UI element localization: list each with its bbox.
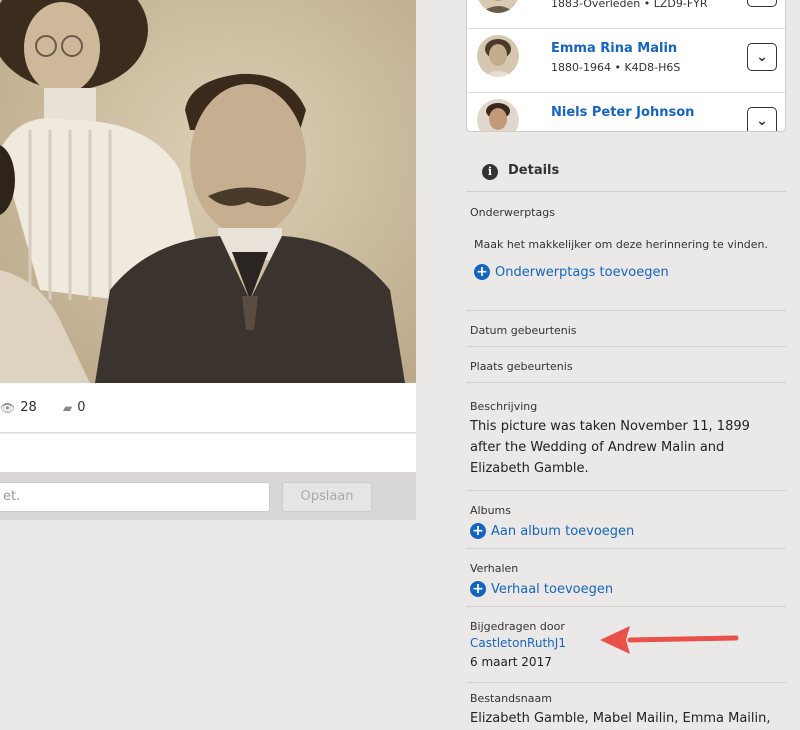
divider: [466, 606, 786, 607]
comment-input[interactable]: et.: [0, 482, 270, 512]
person-avatar: [477, 0, 519, 13]
add-album-link[interactable]: + Aan album toevoegen: [470, 523, 634, 539]
views-count: 28: [20, 400, 37, 415]
subject-tags-hint: Maak het makkelijker om deze herinnering…: [474, 238, 769, 251]
annotation-arrow-icon: [600, 626, 739, 654]
divider: [466, 310, 786, 311]
add-subject-tags-label: Onderwerptags toevoegen: [495, 264, 669, 280]
chevron-down-icon[interactable]: ⌄: [747, 43, 777, 71]
contributor-link[interactable]: CastletonRuthJ1: [470, 636, 566, 650]
plus-circle-icon: +: [474, 264, 490, 280]
person-name[interactable]: Niels Peter Johnson: [551, 105, 694, 120]
divider: [466, 382, 786, 383]
person-meta: 1880-1964 • K4D8-H6S: [551, 61, 681, 74]
person-name[interactable]: Emma Rina Malin: [551, 41, 677, 56]
description-label: Beschrijving: [470, 400, 538, 413]
albums-label: Albums: [470, 504, 511, 517]
filename-value: Elizabeth Gamble, Mabel Mailin, Emma Mai…: [470, 711, 771, 726]
add-subject-tags-link[interactable]: + Onderwerptags toevoegen: [474, 264, 669, 280]
info-icon: i: [482, 164, 498, 180]
event-place-label[interactable]: Plaats gebeurtenis: [470, 360, 573, 373]
person-row[interactable]: Emma Rina Malin 1880-1964 • K4D8-H6S ⌄: [467, 29, 785, 93]
photo-stats: 👁 28 ▰ 0: [0, 383, 416, 433]
plus-circle-icon: +: [470, 523, 486, 539]
stories-label: Verhalen: [470, 562, 519, 575]
person-row[interactable]: Niels Peter Johnson ⌄: [467, 93, 785, 131]
divider: [466, 682, 786, 683]
comments-count: 0: [77, 400, 86, 415]
photo-illustration: [0, 0, 416, 383]
save-button[interactable]: Opslaan: [282, 482, 372, 512]
contributed-by-label: Bijgedragen door: [470, 620, 565, 633]
tagged-persons-list: 1883-Overleden • LZD9-FYR ⌄ Emma Rina Ma…: [466, 0, 786, 132]
comment-icon: ▰: [63, 400, 73, 415]
person-meta: 1883-Overleden • LZD9-FYR: [551, 0, 708, 10]
memory-photo[interactable]: [0, 0, 416, 383]
description-line: Elizabeth Gamble.: [470, 461, 589, 476]
person-avatar: [477, 99, 519, 131]
comment-bar: et. Opslaan: [0, 472, 416, 520]
views-stat: 👁 28: [0, 400, 37, 415]
contributed-date: 6 maart 2017: [470, 655, 552, 669]
person-avatar: [477, 35, 519, 77]
chevron-down-icon[interactable]: ⌄: [747, 0, 777, 7]
subject-tags-label: Onderwerptags: [470, 206, 555, 219]
divider: [466, 346, 786, 347]
filename-label: Bestandsnaam: [470, 692, 552, 705]
comments-area: [0, 434, 416, 472]
eye-icon: 👁: [0, 400, 16, 415]
divider: [466, 490, 786, 491]
comments-stat[interactable]: ▰ 0: [63, 400, 86, 415]
chevron-down-icon[interactable]: ⌄: [747, 107, 777, 131]
divider: [466, 548, 786, 549]
add-story-label: Verhaal toevoegen: [491, 581, 614, 597]
person-row[interactable]: 1883-Overleden • LZD9-FYR ⌄: [467, 0, 785, 29]
plus-circle-icon: +: [470, 581, 486, 597]
add-album-label: Aan album toevoegen: [491, 523, 635, 539]
event-date-label[interactable]: Datum gebeurtenis: [470, 324, 577, 337]
add-story-link[interactable]: + Verhaal toevoegen: [470, 581, 613, 597]
description-line: after the Wedding of Andrew Malin and: [470, 440, 725, 455]
details-header: i Details: [466, 152, 786, 192]
details-title: Details: [508, 163, 560, 178]
description-line: This picture was taken November 11, 1899: [470, 419, 750, 434]
